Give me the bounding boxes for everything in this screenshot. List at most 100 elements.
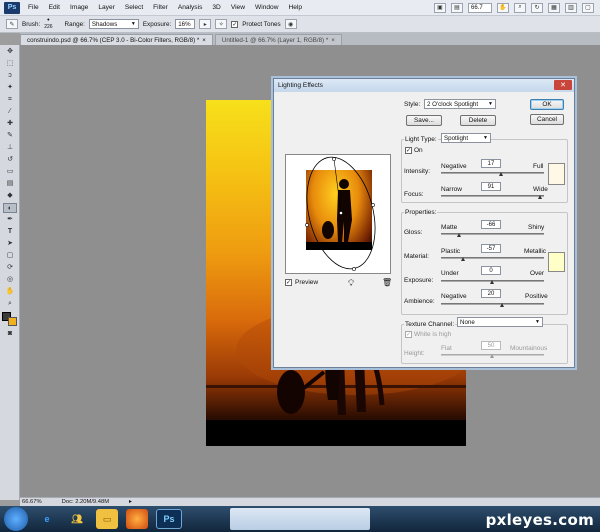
users-icon[interactable]: 👥︎ — [66, 509, 88, 529]
type-tool-icon[interactable]: T — [3, 227, 17, 237]
texture-channel-select[interactable]: None ▼ — [457, 317, 543, 327]
brush-tool-icon[interactable]: ✎ — [3, 131, 17, 141]
white-is-high-toggle[interactable]: ✓ White is high — [405, 331, 451, 338]
path-selection-tool-icon[interactable]: ➤ — [3, 239, 17, 249]
gradient-tool-icon[interactable]: ▤ — [3, 179, 17, 189]
internet-explorer-icon[interactable]: e — [36, 509, 58, 529]
crop-tool-icon[interactable]: ⌗ — [3, 95, 17, 105]
burn-tool-icon[interactable]: ◐ — [3, 203, 17, 213]
preview-area[interactable] — [285, 154, 391, 274]
tool-preset-icon[interactable]: ✎ — [6, 19, 18, 29]
light-bulb-icon[interactable]: 💡︎ — [348, 278, 354, 289]
zoom-level-field[interactable]: 66.7 — [468, 2, 492, 13]
mini-bridge-icon[interactable]: ▤ — [451, 2, 463, 13]
close-icon[interactable]: × — [331, 37, 335, 44]
light-ellipse-handle[interactable] — [286, 155, 392, 277]
arrange-documents-icon[interactable]: ▥ — [565, 2, 577, 13]
status-zoom[interactable]: 66.67% — [22, 499, 42, 505]
gloss-slider-thumb[interactable] — [457, 233, 461, 237]
tab-untitled[interactable]: Untitled-1 @ 66.7% (Layer 1, RGB/8) * × — [214, 34, 342, 45]
tab-construindo[interactable]: construindo.psd @ 66.7% (CEP 3.0 - Bi-Co… — [20, 34, 213, 45]
light-color-swatch[interactable] — [548, 163, 565, 185]
dialog-titlebar[interactable]: Lighting Effects ✕ — [274, 79, 574, 92]
focus-slider[interactable] — [441, 195, 544, 197]
menu-window[interactable]: Window — [250, 4, 283, 11]
close-icon[interactable]: ✕ — [554, 80, 572, 90]
blur-tool-icon[interactable]: ◆ — [3, 191, 17, 201]
menu-layer[interactable]: Layer — [93, 4, 120, 11]
material-input[interactable]: -57 — [481, 244, 501, 253]
menu-edit[interactable]: Edit — [44, 4, 65, 11]
menu-help[interactable]: Help — [283, 4, 307, 11]
material-slider-thumb[interactable] — [461, 257, 465, 261]
trash-icon[interactable]: 🗑︎ — [382, 278, 392, 287]
preview-toggle[interactable]: ✓ Preview — [285, 279, 318, 286]
menu-image[interactable]: Image — [65, 4, 93, 11]
gloss-input[interactable]: -66 — [481, 220, 501, 229]
menu-view[interactable]: View — [226, 4, 250, 11]
close-icon[interactable]: × — [202, 37, 206, 44]
preview-checkbox[interactable]: ✓ — [285, 279, 292, 286]
range-select[interactable]: Shadows ▼ — [88, 19, 139, 29]
3d-orbit-tool-icon[interactable]: ◎ — [3, 275, 17, 285]
eraser-tool-icon[interactable]: ▭ — [3, 167, 17, 177]
photoshop-taskbar-icon[interactable]: Ps — [156, 509, 182, 529]
bridge-icon[interactable]: ▣ — [434, 2, 446, 13]
intensity-slider-thumb[interactable] — [499, 172, 503, 176]
pen-tool-icon[interactable]: ✒ — [3, 215, 17, 225]
airbrush-icon[interactable]: ✧ — [215, 19, 228, 29]
magic-wand-tool-icon[interactable]: ✦ — [3, 83, 17, 93]
height-slider-thumb[interactable] — [490, 354, 494, 358]
history-brush-tool-icon[interactable]: ↺ — [3, 155, 17, 165]
background-color-swatch[interactable] — [8, 317, 17, 326]
hand-tool-icon[interactable]: ✋ — [3, 287, 17, 297]
ambience-input[interactable]: 20 — [481, 289, 501, 298]
menu-file[interactable]: File — [23, 4, 44, 11]
marquee-tool-icon[interactable]: ⬚ — [3, 59, 17, 69]
material-slider[interactable] — [441, 257, 544, 259]
exposure-input[interactable]: 16% — [175, 19, 196, 29]
zoom-tool-icon[interactable]: ⌕ — [3, 299, 17, 309]
folder-icon[interactable]: ▭ — [96, 509, 118, 529]
status-arrow-icon[interactable]: ▸ — [129, 499, 132, 505]
light-on-checkbox[interactable]: ✓ — [405, 147, 412, 154]
ok-button[interactable]: OK — [530, 99, 564, 110]
start-button-icon[interactable] — [4, 507, 28, 531]
menu-3d[interactable]: 3D — [207, 4, 225, 11]
grid-icon[interactable]: ▦ — [548, 2, 560, 13]
screen-mode-icon[interactable]: ▢ — [582, 2, 594, 13]
tablet-pressure-icon[interactable]: ◉ — [284, 19, 297, 29]
intensity-input[interactable]: 17 — [481, 159, 501, 168]
menu-select[interactable]: Select — [120, 4, 148, 11]
white-is-high-checkbox[interactable]: ✓ — [405, 331, 412, 338]
color-swatches[interactable] — [2, 312, 18, 326]
exposure-input[interactable]: 0 — [481, 266, 501, 275]
ambience-slider[interactable] — [441, 303, 544, 305]
height-input[interactable]: 50 — [481, 341, 501, 350]
brush-picker[interactable]: • 226 — [44, 17, 52, 30]
move-tool-icon[interactable]: ✥ — [3, 47, 17, 57]
style-select[interactable]: 2 O'clock Spotlight ▼ — [424, 99, 496, 109]
light-on-toggle[interactable]: ✓ On — [405, 147, 423, 154]
exposure-slider-icon[interactable]: ▸ — [199, 19, 212, 29]
ambience-slider-thumb[interactable] — [500, 303, 504, 307]
lasso-tool-icon[interactable]: ↄ — [3, 71, 17, 81]
ambience-color-swatch[interactable] — [548, 252, 565, 272]
cancel-button[interactable]: Cancel — [530, 114, 564, 125]
protect-tones-checkbox[interactable]: ✓ — [231, 20, 239, 28]
menu-filter[interactable]: Filter — [148, 4, 173, 11]
delete-button[interactable]: Delete — [460, 115, 496, 126]
3d-rotate-tool-icon[interactable]: ⟳ — [3, 263, 17, 273]
save-button[interactable]: Save... — [406, 115, 442, 126]
quick-mask-icon[interactable]: ◙ — [3, 329, 17, 339]
clone-stamp-tool-icon[interactable]: ⊥ — [3, 143, 17, 153]
shape-tool-icon[interactable]: ▢ — [3, 251, 17, 261]
taskbar-window-button[interactable] — [230, 508, 370, 530]
light-type-select[interactable]: Spotlight ▼ — [441, 133, 491, 143]
hand-tool-icon[interactable]: ✋ — [497, 2, 509, 13]
eyedropper-tool-icon[interactable]: ⁄ — [3, 107, 17, 117]
focus-input[interactable]: 91 — [481, 182, 501, 191]
menu-analysis[interactable]: Analysis — [173, 4, 208, 11]
intensity-slider[interactable] — [441, 172, 544, 174]
firefox-icon[interactable] — [126, 509, 148, 529]
